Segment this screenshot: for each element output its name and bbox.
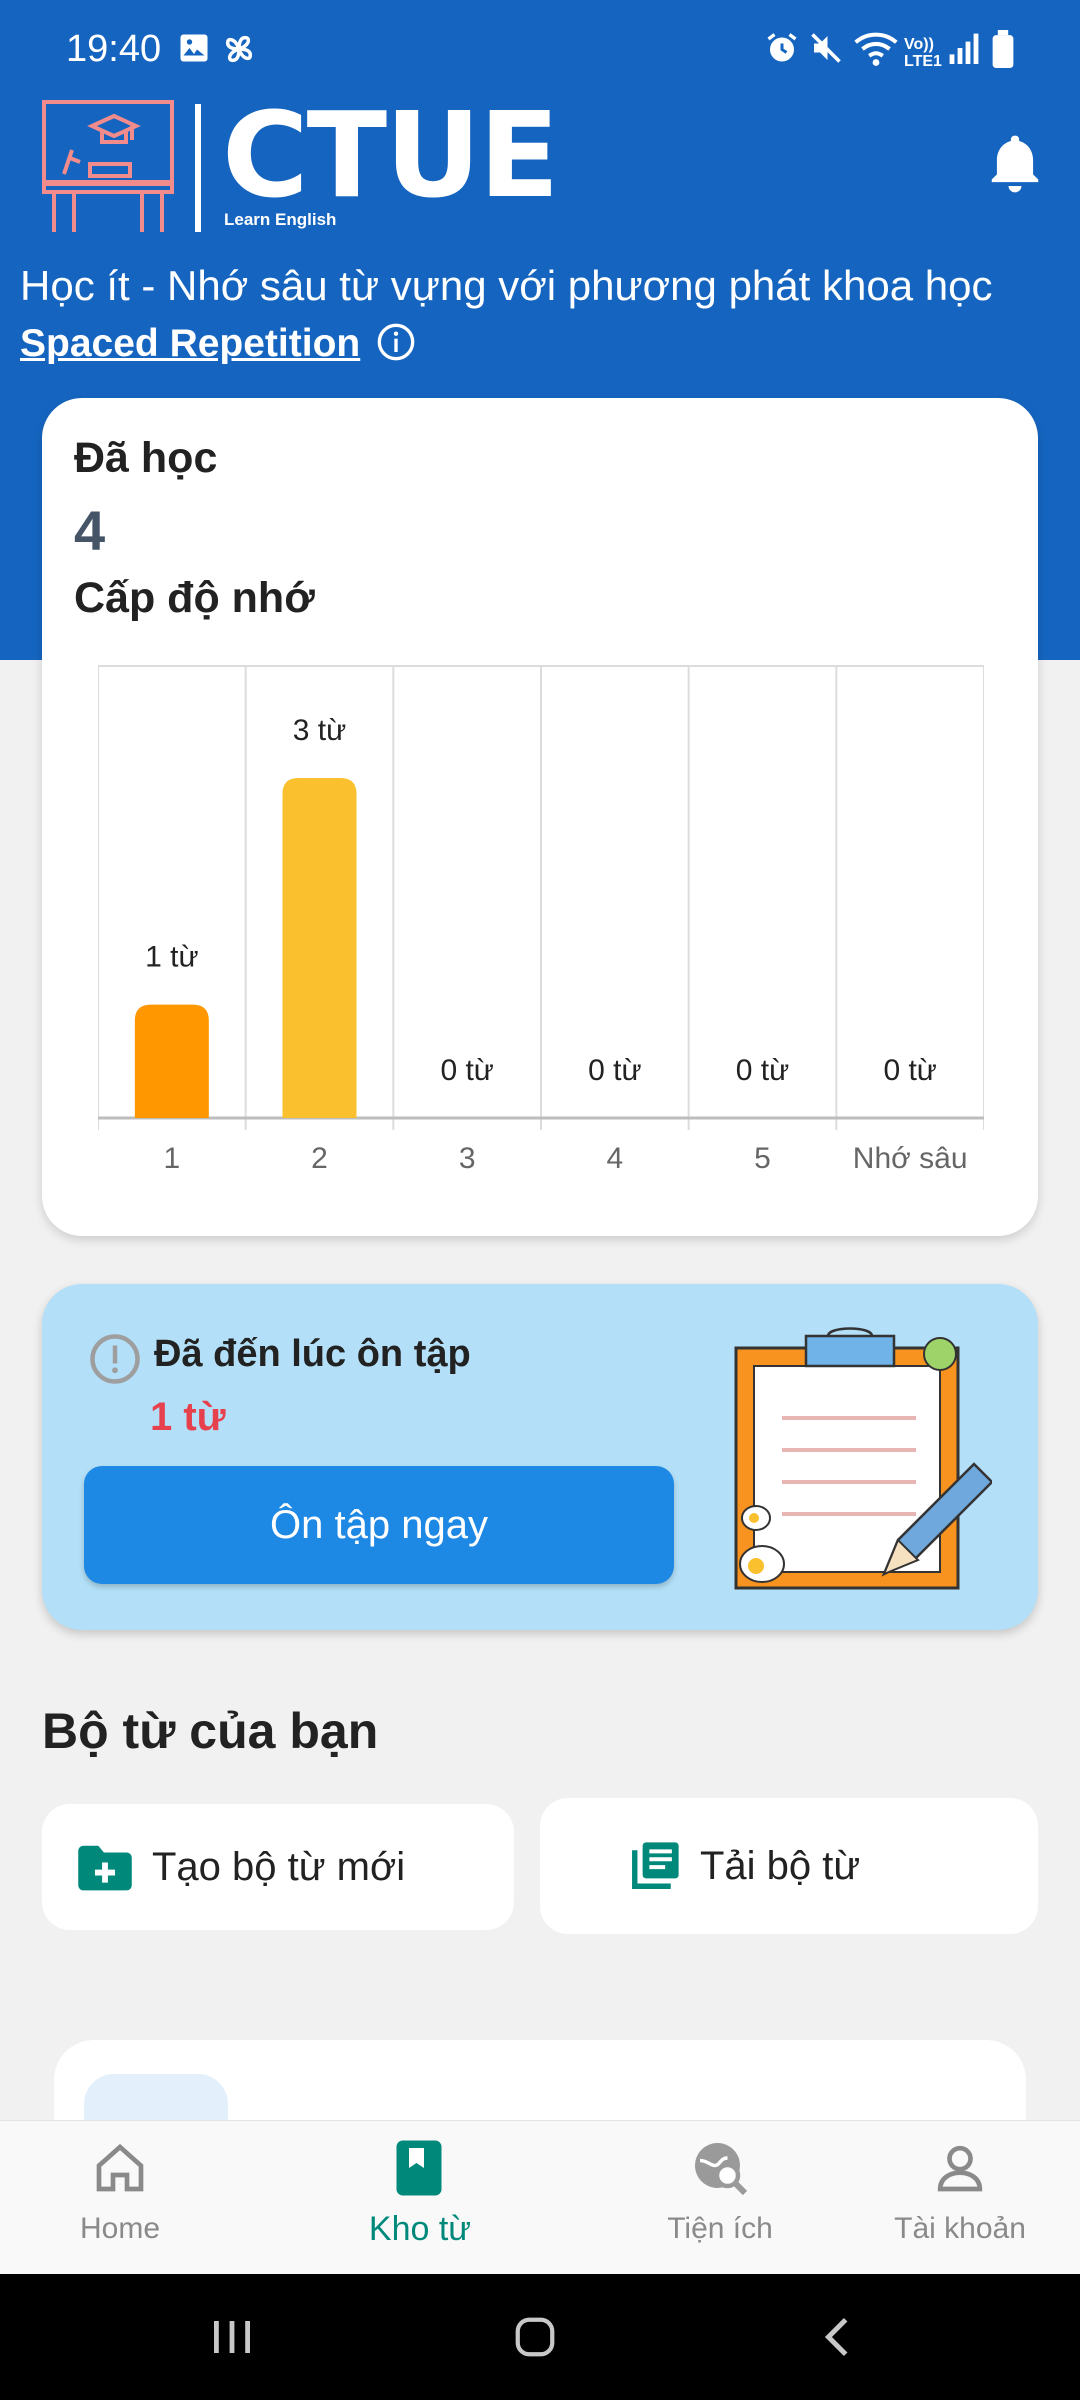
review-title: Đã đến lúc ôn tập: [154, 1333, 471, 1375]
review-now-button[interactable]: Ôn tập ngay: [84, 1466, 674, 1584]
clipboard-illustration: [734, 1327, 992, 1590]
nav-account-label: Tài khoản: [894, 2212, 1026, 2245]
download-set-button[interactable]: Tải bộ từ: [540, 1798, 1038, 1934]
chart-bar: [134, 1004, 209, 1118]
chart-tick-label: 2: [311, 1142, 328, 1175]
battery-icon: [992, 30, 1014, 68]
back-icon[interactable]: [818, 2314, 858, 2360]
nav-word-bank[interactable]: Kho từ: [320, 2130, 520, 2270]
home-button-icon[interactable]: [512, 2314, 558, 2360]
learned-label: Đã học: [74, 434, 218, 482]
image-icon: [180, 34, 208, 62]
globe-search-icon: [695, 2143, 748, 2196]
pinwheel-icon: [225, 35, 253, 63]
chart-bar: [282, 778, 357, 1118]
learned-count: 4: [74, 499, 106, 562]
library-books-icon: [632, 1842, 679, 1889]
status-time: 19:40: [66, 28, 162, 70]
nav-home-label: Home: [79, 2212, 161, 2245]
your-sets-title: Bộ từ của bạn: [42, 1703, 379, 1759]
tagline: Học ít - Nhớ sâu từ vựng với phương phát…: [20, 262, 993, 309]
chart-tick-label: 3: [459, 1142, 476, 1175]
spaced-repetition-link[interactable]: Spaced Repetition: [20, 322, 360, 366]
brand-subtitle: Learn English: [224, 210, 337, 229]
system-navigation-bar: [0, 2274, 1080, 2400]
person-icon: [937, 2145, 983, 2192]
signal-icon: [949, 33, 979, 64]
nav-utilities-label: Tiện ích: [667, 2212, 773, 2245]
nav-home[interactable]: Home: [20, 2130, 220, 2270]
chart-data-label: 0 từ: [588, 1054, 641, 1087]
chart-tick-label: 5: [754, 1142, 771, 1175]
wifi-icon: [854, 32, 898, 66]
alarm-icon: [767, 33, 797, 62]
nav-word-bank-label: Kho từ: [368, 2210, 472, 2248]
chart-tick-label: Nhớ sâu: [853, 1142, 968, 1175]
alert-circle-icon: [90, 1334, 140, 1384]
folder-plus-icon: [78, 1845, 132, 1891]
create-set-label: Tạo bộ từ mới: [152, 1844, 406, 1889]
nav-account[interactable]: Tài khoản: [860, 2130, 1060, 2270]
memory-level-label: Cấp độ nhớ: [74, 574, 315, 622]
chart-data-label: 0 từ: [736, 1054, 789, 1087]
chart-data-label: 3 từ: [293, 714, 346, 747]
download-set-label: Tải bộ từ: [700, 1843, 861, 1888]
home-icon: [96, 2143, 144, 2192]
review-count: 1 từ: [150, 1395, 226, 1439]
create-set-button[interactable]: Tạo bộ từ mới: [42, 1804, 514, 1930]
brand-name: CTUE: [222, 86, 560, 224]
chart-tick-label: 1: [163, 1142, 180, 1175]
chart-data-label: 0 từ: [440, 1054, 493, 1087]
status-bar: 19:40 Vo)) LTE1: [0, 0, 1080, 100]
chart-data-label: 0 từ: [883, 1054, 936, 1087]
nav-utilities[interactable]: Tiện ích: [620, 2130, 820, 2270]
info-icon[interactable]: [376, 322, 416, 362]
network-type-label: Vo)) LTE1: [904, 36, 942, 70]
mute-icon: [811, 33, 841, 63]
memory-level-chart: 1 từ 1 3 từ 2 0 từ 3 0 từ 4 0 từ 5 0 từ Nhớ sâu: [98, 665, 984, 1175]
chart-data-label: 1 từ: [145, 941, 198, 974]
chart-tick-label: 4: [606, 1142, 623, 1175]
recent-apps-icon[interactable]: [210, 2316, 254, 2358]
notification-bell-icon[interactable]: [984, 130, 1046, 198]
bookmark-book-icon: [396, 2140, 442, 2196]
